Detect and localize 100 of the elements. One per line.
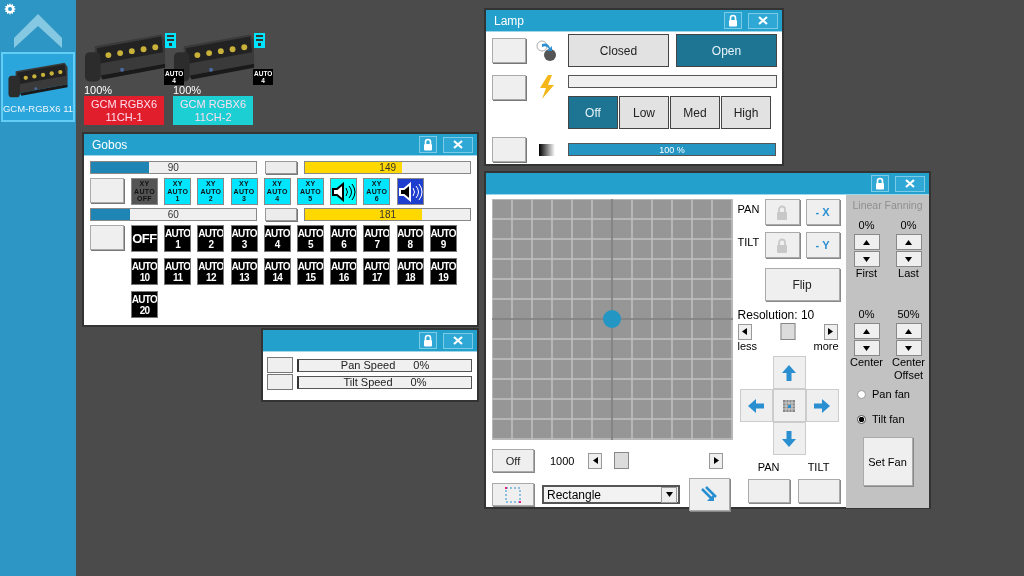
gobo-button[interactable]: AUTO 20	[131, 291, 158, 318]
decrement-button[interactable]	[895, 340, 922, 356]
lock-button[interactable]	[419, 332, 437, 349]
fine-slider[interactable]: 181	[304, 208, 471, 221]
gobo-button[interactable]: AUTO 8	[396, 225, 424, 252]
lock-button[interactable]	[871, 175, 889, 192]
off-button[interactable]: Off	[492, 449, 534, 472]
value-button[interactable]	[797, 479, 840, 503]
decrease-button[interactable]	[588, 452, 603, 469]
fine-slider[interactable]: 149	[304, 161, 471, 174]
select-button[interactable]	[267, 357, 293, 373]
power-bar[interactable]	[568, 75, 777, 88]
select-button[interactable]	[492, 75, 526, 100]
shutter-button[interactable]: Open	[676, 34, 777, 67]
close-button[interactable]	[895, 175, 925, 192]
gobo-slider[interactable]: 60	[90, 208, 257, 221]
increase-button[interactable]	[823, 323, 838, 340]
lock-button[interactable]	[764, 199, 800, 225]
gobo-button[interactable]: AUTO 3	[230, 225, 258, 252]
select-button[interactable]	[492, 38, 526, 63]
fan-label: First	[855, 267, 878, 280]
close-icon	[453, 140, 463, 149]
gobo-button[interactable]: AUTO 10	[131, 258, 158, 285]
fixture-label[interactable]: GCM RGBX6 11CH-1	[84, 96, 164, 125]
gobo-button[interactable]: AUTO 11	[164, 258, 192, 285]
sound-button[interactable]	[330, 178, 358, 205]
small-button[interactable]	[264, 208, 298, 221]
gobo-button[interactable]: AUTO 5	[296, 225, 324, 252]
sound-button[interactable]	[396, 178, 424, 205]
power-mode-button[interactable]: Med	[670, 96, 720, 129]
chevron-up-icon[interactable]	[14, 12, 62, 48]
radio-label: Tilt fan	[872, 413, 905, 425]
gobo-button[interactable]: AUTO 15	[296, 258, 324, 285]
swap-button[interactable]	[689, 478, 730, 511]
decrease-button[interactable]	[737, 323, 752, 340]
increase-button[interactable]	[709, 452, 724, 469]
select-button[interactable]	[90, 225, 124, 250]
increment-button[interactable]	[895, 323, 922, 339]
gobo-button[interactable]: AUTO 6	[330, 225, 358, 252]
fan-label: Center Offset	[891, 356, 926, 382]
axis-label: PAN	[737, 203, 761, 215]
close-button[interactable]	[443, 332, 473, 349]
gobo-button[interactable]: OFF	[131, 225, 158, 252]
more-label: more	[813, 340, 839, 352]
slider-value: 90	[167, 162, 179, 173]
gobo-button[interactable]: AUTO 7	[363, 225, 391, 252]
close-button[interactable]	[443, 136, 473, 153]
gobo-slider[interactable]: 90	[90, 161, 257, 174]
gobo-button[interactable]: AUTO 16	[330, 258, 358, 285]
value-button[interactable]	[747, 479, 790, 503]
up-button[interactable]	[772, 356, 806, 389]
dotted-square-icon	[505, 486, 521, 503]
right-button[interactable]	[805, 389, 839, 422]
speed-value: 0%	[410, 376, 427, 388]
lock-button[interactable]	[764, 232, 800, 258]
power-mode-button[interactable]: High	[721, 96, 771, 129]
gobo-button[interactable]: AUTO 14	[263, 258, 291, 285]
pattern-dropdown[interactable]: Rectangle	[542, 485, 680, 504]
increment-button[interactable]	[895, 234, 922, 250]
gobo-button[interactable]: AUTO 4	[263, 225, 291, 252]
power-mode-button[interactable]: Off	[568, 96, 618, 129]
lock-button[interactable]	[724, 12, 742, 29]
speed-value: 1000	[550, 454, 575, 467]
close-icon	[453, 336, 463, 345]
lock-icon	[776, 204, 789, 220]
gobo-button[interactable]: AUTO 19	[429, 258, 457, 285]
power-mode-button[interactable]: Low	[619, 96, 669, 129]
center-button[interactable]	[772, 389, 806, 422]
lock-button[interactable]	[419, 136, 437, 153]
increment-button[interactable]	[853, 234, 880, 250]
select-button[interactable]	[90, 178, 124, 203]
gobo-button[interactable]: AUTO 18	[396, 258, 424, 285]
speed-bar[interactable]: Pan Speed 0%	[297, 358, 472, 372]
gobo-button[interactable]: AUTO 1	[164, 225, 192, 252]
increment-button[interactable]	[853, 323, 880, 339]
caret-icon	[592, 457, 599, 464]
decrement-button[interactable]	[895, 251, 922, 267]
close-button[interactable]	[748, 12, 778, 29]
select-button[interactable]	[267, 374, 293, 390]
down-button[interactable]	[772, 422, 806, 455]
small-button[interactable]	[264, 161, 298, 174]
lock-icon	[728, 14, 738, 27]
select-area-button[interactable]	[492, 483, 534, 506]
gobo-button[interactable]: AUTO 13	[230, 258, 258, 285]
caret-icon	[827, 328, 835, 335]
less-label: less	[737, 340, 758, 352]
speed-bar[interactable]: Tilt Speed 0%	[297, 375, 472, 389]
gobo-button[interactable]: AUTO 9	[429, 225, 457, 252]
decrement-button[interactable]	[853, 340, 880, 356]
gobo-button[interactable]: AUTO 17	[363, 258, 391, 285]
decrement-button[interactable]	[853, 251, 880, 267]
select-button[interactable]	[492, 137, 526, 162]
gobo-button[interactable]: AUTO 12	[197, 258, 225, 285]
shutter-button[interactable]: Closed	[568, 34, 669, 67]
gobo-button[interactable]: AUTO 2	[197, 225, 225, 252]
fan-label: Center	[850, 356, 883, 369]
left-button[interactable]	[739, 389, 773, 422]
flip-button[interactable]: Flip	[764, 268, 840, 301]
caret-icon	[905, 344, 912, 352]
settings-icon[interactable]	[4, 3, 16, 15]
